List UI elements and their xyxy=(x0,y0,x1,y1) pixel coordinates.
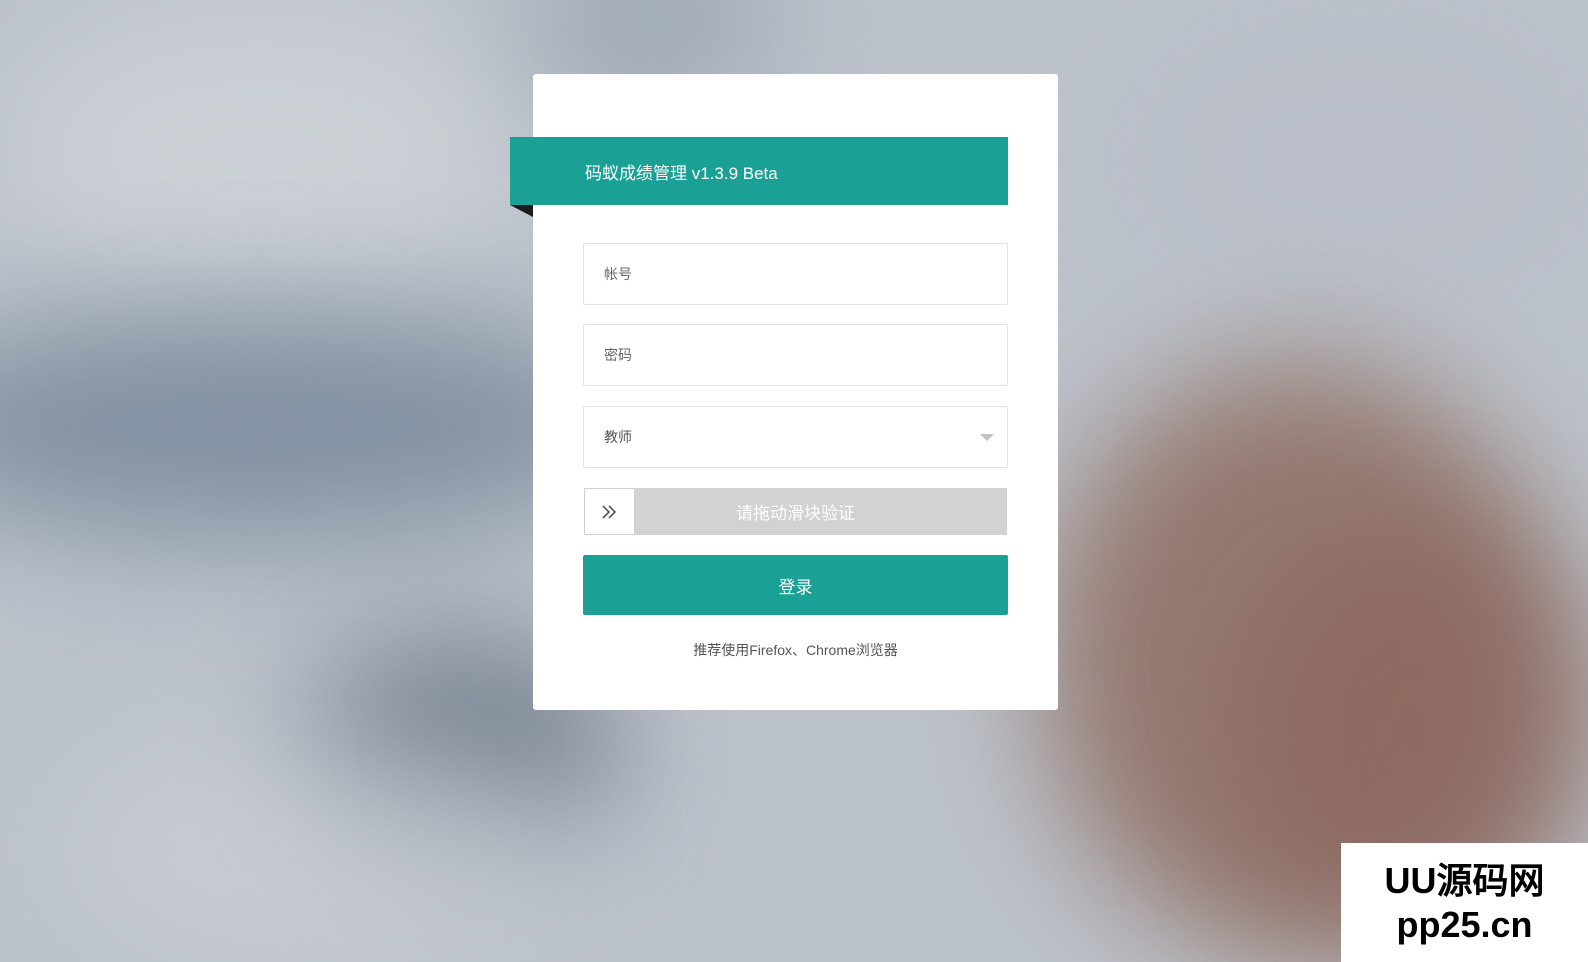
password-field[interactable] xyxy=(583,324,1008,386)
slider-hint: 请拖动滑块验证 xyxy=(736,504,855,523)
slider-handle[interactable] xyxy=(584,488,635,535)
app-title: 码蚁成绩管理 v1.3.9 Beta xyxy=(585,163,778,183)
account-input[interactable] xyxy=(584,244,1007,304)
watermark: UU源码网 pp25.cn xyxy=(1341,843,1588,962)
login-button[interactable]: 登录 xyxy=(583,555,1008,615)
watermark-line2: pp25.cn xyxy=(1396,903,1533,945)
role-selected-value: 教师 xyxy=(604,429,632,445)
account-field[interactable] xyxy=(583,243,1008,305)
role-select[interactable]: 教师 xyxy=(583,406,1008,468)
caret-down-icon xyxy=(980,434,994,441)
title-ribbon: 码蚁成绩管理 v1.3.9 Beta xyxy=(510,137,1008,205)
double-chevron-right-icon xyxy=(601,504,616,519)
browser-tip: 推荐使用Firefox、Chrome浏览器 xyxy=(693,642,898,658)
slider-captcha[interactable]: 请拖动滑块验证 xyxy=(584,488,1007,535)
ribbon-fold xyxy=(510,205,533,217)
watermark-line1: UU源码网 xyxy=(1384,859,1545,901)
password-input[interactable] xyxy=(584,325,1007,385)
